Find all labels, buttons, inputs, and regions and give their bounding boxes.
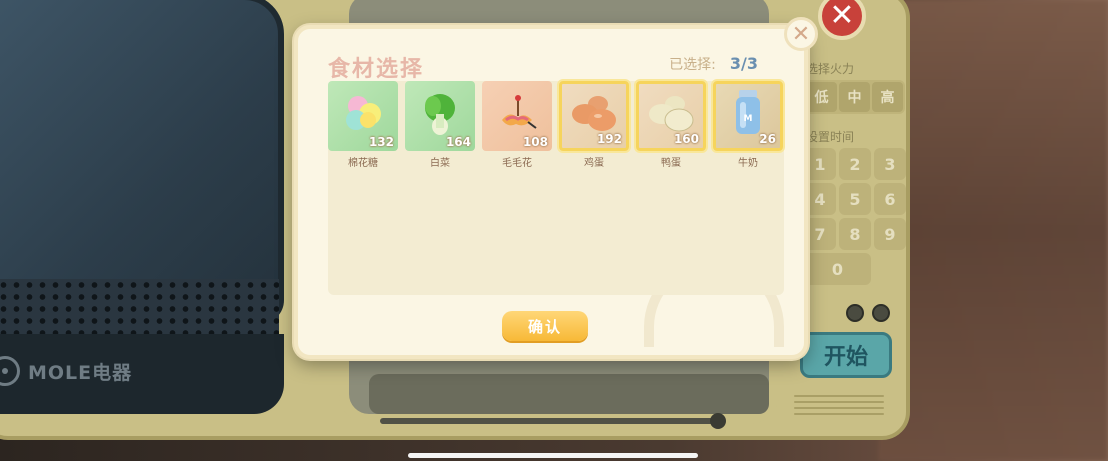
key-7[interactable]: 7 — [804, 218, 836, 250]
duck-egg-icon — [649, 96, 694, 132]
ingredient-grid: 132 棉花糖 164 白菜 108 毛毛花 192 鸡蛋 160 鸭蛋 M 2… — [328, 81, 784, 295]
oven-side-screen — [0, 0, 284, 324]
oven-brand: MOLE电器 — [0, 356, 132, 386]
key-6[interactable]: 6 — [874, 183, 906, 215]
selected-count: 3/3 — [729, 54, 758, 73]
background-shelf — [878, 0, 1108, 461]
item-count: 108 — [522, 135, 548, 149]
panel-vent — [794, 395, 884, 419]
ingredient-tile-selected[interactable]: 160 — [636, 81, 706, 151]
item-name: 毛毛花 — [502, 158, 532, 169]
keypad: 1 2 3 4 5 6 7 8 9 0 — [804, 148, 906, 285]
item-name: 棉花糖 — [348, 158, 378, 169]
oven-window — [369, 374, 769, 414]
marshmallow-icon — [346, 96, 381, 131]
key-2[interactable]: 2 — [839, 148, 871, 180]
ingredient-item-cabbage[interactable]: 164 白菜 — [405, 81, 475, 169]
ingredient-item-milk[interactable]: M 26 牛奶 — [713, 81, 783, 169]
ingredient-tile-selected[interactable]: M 26 — [713, 81, 783, 151]
time-label: 设置时间 — [806, 130, 855, 144]
svg-text:M: M — [744, 114, 753, 124]
item-name: 鸡蛋 — [584, 158, 604, 169]
indicator-dot-left — [846, 304, 864, 322]
oven-speaker-grille — [0, 279, 279, 339]
home-indicator[interactable] — [408, 453, 698, 458]
key-9[interactable]: 9 — [874, 218, 906, 250]
item-count: 192 — [596, 132, 622, 146]
item-name: 牛奶 — [738, 158, 758, 169]
oven-rod-knob — [710, 413, 726, 429]
fire-selector: 低 中 高 — [804, 80, 905, 114]
mole-logo-icon — [0, 356, 20, 386]
item-count: 160 — [673, 132, 699, 146]
oven-door-rod — [380, 418, 720, 424]
start-button[interactable]: 开始 — [800, 332, 892, 378]
key-8[interactable]: 8 — [839, 218, 871, 250]
brand-name: MOLE电器 — [28, 361, 133, 384]
key-4[interactable]: 4 — [804, 183, 836, 215]
key-3[interactable]: 3 — [874, 148, 906, 180]
key-5[interactable]: 5 — [839, 183, 871, 215]
ingredient-list: 132 棉花糖 164 白菜 108 毛毛花 192 鸡蛋 160 鸭蛋 M 2… — [328, 81, 783, 169]
ingredient-item-egg[interactable]: 192 鸡蛋 — [559, 81, 629, 169]
confirm-button[interactable]: 确认 — [502, 311, 588, 341]
item-name: 鸭蛋 — [661, 158, 681, 169]
item-name: 白菜 — [430, 158, 450, 169]
key-0[interactable]: 0 — [804, 253, 871, 285]
fire-medium-button[interactable]: 中 — [839, 82, 870, 112]
dialog-title: 食材选择 — [328, 57, 425, 82]
ingredient-item-marshmallow[interactable]: 132 棉花糖 — [328, 81, 398, 169]
selected-label: 已选择: — [669, 57, 716, 73]
dialog-close-button[interactable]: ✕ — [784, 17, 818, 51]
fire-label: 选择火力 — [806, 62, 855, 76]
ingredient-tile-selected[interactable]: 192 — [559, 81, 629, 151]
key-1[interactable]: 1 — [804, 148, 836, 180]
selection-status: 已选择: 3/3 — [669, 54, 758, 74]
milk-icon: M — [736, 90, 760, 135]
flower-icon — [502, 95, 537, 129]
ingredient-dialog: 食材选择 已选择: 3/3 ✕ 132 棉花糖 164 白菜 108 毛毛花 1… — [294, 17, 818, 359]
indicator-dot-right — [872, 304, 890, 322]
item-count: 132 — [368, 135, 394, 149]
cabbage-icon — [425, 94, 455, 136]
fire-high-button[interactable]: 高 — [872, 82, 903, 112]
item-count: 164 — [445, 135, 471, 149]
ingredient-tile[interactable]: 164 — [405, 81, 475, 151]
fire-low-button[interactable]: 低 — [806, 82, 837, 112]
control-panel: ✕ 选择火力 低 中 高 设置时间 1 2 3 4 5 6 7 8 9 0 开始 — [794, 0, 910, 440]
ingredient-tile[interactable]: 132 — [328, 81, 398, 151]
panel-close-button[interactable]: ✕ — [818, 0, 866, 40]
ingredient-item-duck-egg[interactable]: 160 鸭蛋 — [636, 81, 706, 169]
ingredient-tile[interactable]: 108 — [482, 81, 552, 151]
ingredient-item-flower[interactable]: 108 毛毛花 — [482, 81, 552, 169]
item-count: 26 — [759, 132, 776, 146]
egg-icon — [572, 96, 616, 132]
